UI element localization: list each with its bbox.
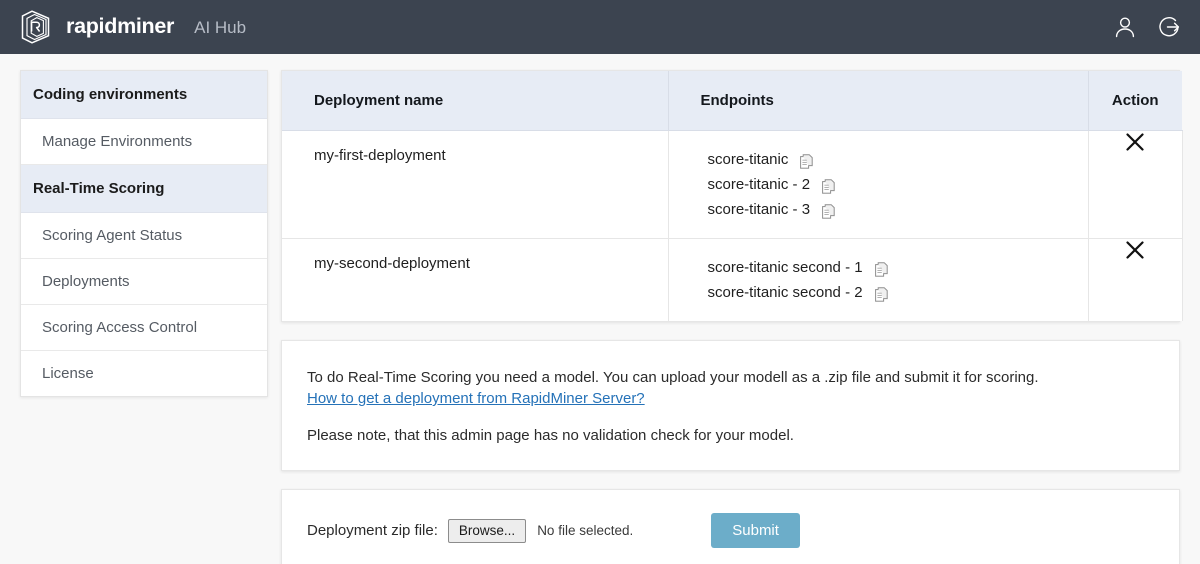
brand: rapidminer AI Hub [20, 9, 246, 45]
copy-icon[interactable] [822, 202, 835, 217]
table-row: my-first-deployment score-titanic [282, 131, 1182, 239]
deployments-table: Deployment name Endpoints Action my-firs… [282, 71, 1183, 321]
page-body: Coding environments Manage Environments … [0, 54, 1200, 564]
top-header-bar: rapidminer AI Hub [0, 0, 1200, 54]
row-action-cell [1088, 239, 1182, 322]
endpoint-name: score-titanic second - 1 [708, 255, 863, 280]
deployments-table-card: Deployment name Endpoints Action my-firs… [281, 70, 1180, 322]
list-item: score-titanic [708, 147, 1088, 172]
copy-icon[interactable] [800, 152, 813, 167]
close-x-icon[interactable] [1124, 239, 1146, 261]
upload-panel: Deployment zip file: Browse... No file s… [281, 489, 1180, 564]
logout-icon[interactable] [1156, 14, 1182, 40]
list-item: score-titanic second - 2 [708, 280, 1088, 305]
endpoint-list: score-titanic second - 1 [668, 239, 1088, 322]
copy-icon[interactable] [875, 285, 888, 300]
file-status-text: No file selected. [537, 523, 633, 538]
list-item: score-titanic - 3 [708, 197, 1088, 222]
header-actions [1112, 14, 1182, 40]
close-x-icon[interactable] [1124, 131, 1146, 153]
sidebar-nav: Coding environments Manage Environments … [20, 70, 268, 397]
endpoint-name: score-titanic - 2 [708, 172, 811, 197]
browse-button[interactable]: Browse... [448, 519, 526, 543]
brand-subtitle: AI Hub [194, 19, 246, 36]
endpoint-name: score-titanic second - 2 [708, 280, 863, 305]
upload-field-label: Deployment zip file: [307, 522, 438, 539]
info-panel: To do Real-Time Scoring you need a model… [281, 340, 1180, 471]
rapidminer-hex-logo-icon [20, 9, 54, 45]
deployment-name: my-second-deployment [282, 239, 668, 322]
user-icon[interactable] [1112, 14, 1138, 40]
submit-button[interactable]: Submit [711, 513, 800, 548]
column-header-action: Action [1088, 71, 1182, 131]
sidebar-item-license[interactable]: License [21, 351, 267, 396]
row-action-cell [1088, 131, 1182, 239]
table-header-row: Deployment name Endpoints Action [282, 71, 1182, 131]
column-header-endpoints: Endpoints [668, 71, 1088, 131]
table-row: my-second-deployment score-titanic secon… [282, 239, 1182, 322]
endpoint-name: score-titanic [708, 147, 789, 172]
endpoint-name: score-titanic - 3 [708, 197, 811, 222]
deployment-help-link[interactable]: How to get a deployment from RapidMiner … [307, 390, 645, 407]
info-note: Please note, that this admin page has no… [307, 427, 1149, 444]
info-paragraph: To do Real-Time Scoring you need a model… [307, 367, 1149, 388]
column-header-deployment-name: Deployment name [282, 71, 668, 131]
sidebar-item-scoring-access-control[interactable]: Scoring Access Control [21, 305, 267, 351]
brand-name: rapidminer [66, 16, 174, 38]
copy-icon[interactable] [822, 177, 835, 192]
list-item: score-titanic second - 1 [708, 255, 1088, 280]
deployment-name: my-first-deployment [282, 131, 668, 239]
endpoint-list: score-titanic score [668, 131, 1088, 239]
sidebar-group-title-real-time-scoring: Real-Time Scoring [21, 165, 267, 213]
sidebar-group-title-coding-environments: Coding environments [21, 71, 267, 119]
list-item: score-titanic - 2 [708, 172, 1088, 197]
sidebar-item-scoring-agent-status[interactable]: Scoring Agent Status [21, 213, 267, 259]
sidebar-item-deployments[interactable]: Deployments [21, 259, 267, 305]
sidebar-item-manage-environments[interactable]: Manage Environments [21, 119, 267, 165]
copy-icon[interactable] [875, 260, 888, 275]
main-content: Deployment name Endpoints Action my-firs… [281, 70, 1180, 564]
